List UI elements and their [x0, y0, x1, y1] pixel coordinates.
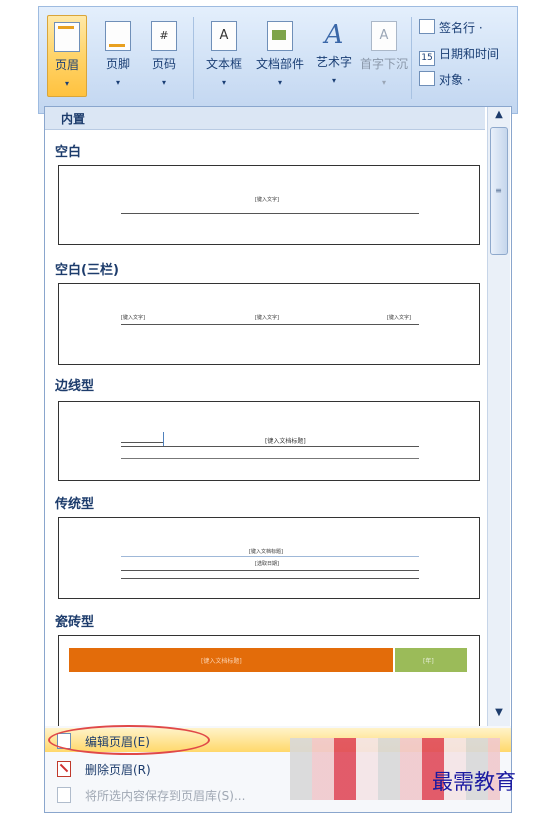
placeholder-text: [键入文字]	[121, 315, 145, 321]
chevron-down-icon: ▾	[331, 76, 336, 85]
object-icon	[419, 71, 435, 86]
watermark-text: 最需教育	[432, 770, 516, 794]
header-button[interactable]: 页眉 ▾	[47, 15, 87, 97]
header-rule	[121, 578, 419, 579]
gallery-item-tiles[interactable]: [键入文档标题] [年]	[58, 635, 480, 726]
footer-icon	[105, 21, 131, 51]
quick-parts-button[interactable]: 文档部件 ▾	[256, 15, 304, 95]
scroll-thumb[interactable]: ≡	[490, 127, 508, 255]
quick-parts-icon	[267, 21, 293, 51]
page-number-icon: #	[151, 21, 177, 51]
object-label: 对象 ·	[439, 73, 471, 87]
date-time-label: 日期和时间	[439, 47, 500, 61]
chevron-down-icon: ▾	[115, 78, 120, 87]
gallery-item-title: 边线型	[55, 379, 95, 394]
header-rule	[121, 458, 419, 459]
header-rule	[121, 446, 419, 447]
remove-header-icon	[57, 761, 71, 777]
menu-item-label: 删除页眉(R)	[85, 763, 151, 777]
header-rule	[121, 324, 419, 325]
gallery-section-header: 内置	[45, 107, 485, 130]
placeholder-text: [键入文档标题]	[249, 549, 283, 555]
ribbon-divider	[411, 17, 412, 99]
chevron-down-icon: ▾	[277, 78, 282, 87]
quick-parts-button-label: 文档部件	[255, 57, 304, 71]
wordart-icon: A	[324, 20, 344, 50]
chevron-down-icon: ▾	[381, 78, 386, 87]
drop-cap-button[interactable]: A 首字下沉 ▾	[360, 15, 408, 95]
text-box-button[interactable]: A 文本框 ▾	[205, 15, 243, 95]
placeholder-text: [键入文档标题]	[201, 658, 242, 665]
date-time-button[interactable]: 15 日期和时间	[419, 45, 500, 66]
page-number-button[interactable]: # 页码 ▾	[145, 15, 183, 95]
gallery-item-traditional[interactable]: [键入文档标题] [选取日期]	[58, 517, 480, 599]
placeholder-text: [选取日期]	[255, 561, 279, 567]
chevron-down-icon: ▾	[221, 78, 226, 87]
signature-line-icon	[419, 19, 435, 34]
scroll-down-icon[interactable]: ▼	[488, 707, 510, 723]
chevron-down-icon: ▾	[64, 79, 69, 88]
drop-cap-button-label: 首字下沉	[359, 57, 408, 71]
header-button-label: 页眉	[54, 58, 79, 72]
object-button[interactable]: 对象 ·	[419, 71, 471, 91]
signature-line-button[interactable]: 签名行 ·	[419, 19, 483, 39]
footer-button-label: 页脚	[105, 57, 130, 71]
side-mark	[163, 432, 164, 446]
gallery-item-blank[interactable]: [键入文字]	[58, 165, 480, 245]
header-gallery: 内置 空白 [键入文字] 空白(三栏) [键入文字] [键入文字] [键入文字]…	[44, 106, 512, 728]
gallery-scrollbar[interactable]: ▲ ≡ ▼	[487, 107, 510, 727]
page-number-button-label: 页码	[151, 57, 176, 71]
signature-line-label: 签名行 ·	[439, 21, 483, 35]
menu-item-label: 将所选内容保存到页眉库(S)...	[85, 789, 246, 803]
chevron-down-icon: ▾	[161, 78, 166, 87]
gallery-item-blank-three-column[interactable]: [键入文字] [键入文字] [键入文字]	[58, 283, 480, 365]
footer-button[interactable]: 页脚 ▾	[99, 15, 137, 95]
text-box-icon: A	[211, 21, 237, 51]
tile-title-block: [键入文档标题]	[69, 648, 393, 672]
placeholder-text: [键入文字]	[255, 197, 279, 203]
wordart-button-label: 艺术字	[315, 55, 352, 69]
scroll-up-icon[interactable]: ▲	[488, 109, 510, 125]
drop-cap-icon: A	[371, 21, 397, 51]
tile-year-block: [年]	[395, 648, 467, 672]
placeholder-text: [键入文字]	[387, 315, 411, 321]
date-time-icon: 15	[419, 51, 435, 66]
header-icon	[54, 22, 80, 52]
highlight-annotation	[48, 725, 210, 755]
header-rule	[121, 556, 419, 557]
grip-icon: ≡	[495, 186, 502, 195]
gallery-item-title: 瓷砖型	[55, 615, 95, 630]
gallery-item-title: 传统型	[55, 497, 95, 512]
save-to-gallery-icon	[57, 787, 71, 803]
gallery-item-edge[interactable]: [键入文档标题]	[58, 401, 480, 481]
ribbon: 页眉 ▾ 页脚 ▾ # 页码 ▾ A 文本框 ▾ 文档部件 ▾ A 艺术字 ▾ …	[38, 6, 518, 114]
text-box-button-label: 文本框	[205, 57, 242, 71]
side-rule	[121, 442, 163, 443]
section-title: 内置	[61, 112, 86, 126]
gallery-item-title: 空白(三栏)	[55, 263, 119, 278]
header-rule	[121, 213, 419, 214]
placeholder-text: [年]	[423, 658, 434, 665]
placeholder-text: [键入文字]	[255, 315, 279, 321]
gallery-item-title: 空白	[55, 145, 82, 160]
placeholder-text: [键入文档标题]	[265, 438, 306, 445]
header-rule	[121, 570, 419, 571]
ribbon-divider	[193, 17, 194, 99]
wordart-button[interactable]: A 艺术字 ▾	[315, 15, 353, 95]
